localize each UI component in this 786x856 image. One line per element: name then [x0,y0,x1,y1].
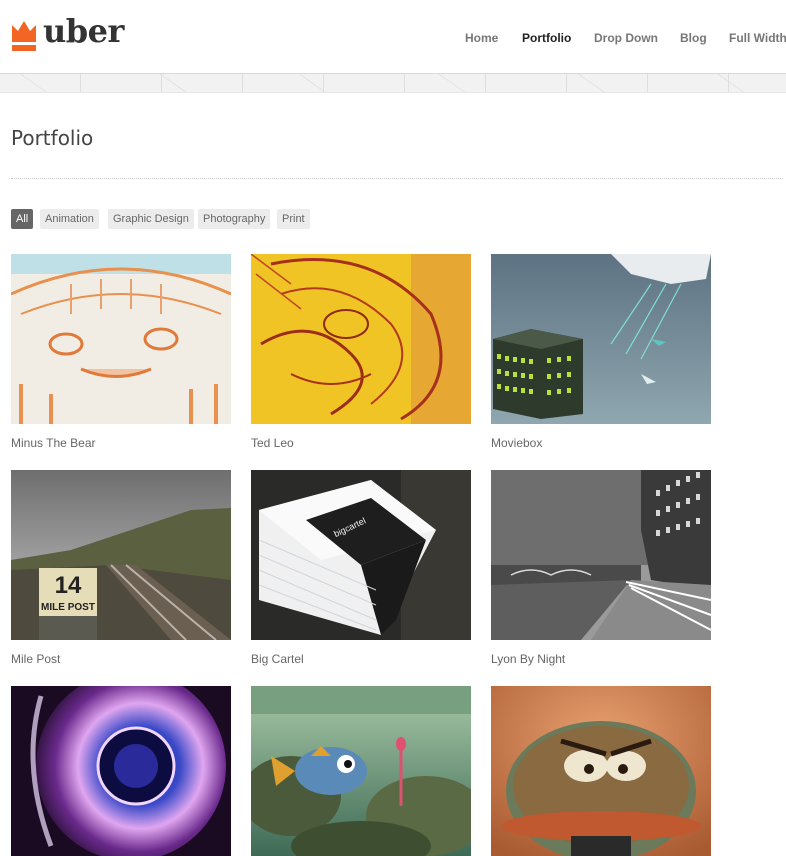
title-divider [11,178,783,179]
filter-photography[interactable]: Photography [198,209,271,229]
portfolio-item-lyon-by-night[interactable]: Lyon By Night [491,470,711,666]
portfolio-item-ted-leo[interactable]: Ted Leo [251,254,471,450]
portfolio-item-minus-the-bear[interactable]: Minus The Bear [11,254,231,450]
site-header: uber Home Portfolio Drop Down Blog Full … [0,0,786,74]
portfolio-thumbnail[interactable] [11,254,231,424]
portfolio-item-big-cartel[interactable]: bigcartel Big Cartel [251,470,471,666]
filter-animation[interactable]: Animation [40,209,99,229]
portfolio-item-title[interactable]: Minus The Bear [11,436,96,450]
portfolio-thumbnail[interactable] [251,686,471,856]
nav-portfolio[interactable]: Portfolio [522,31,571,45]
portfolio-thumbnail[interactable] [491,470,711,640]
nav-blog[interactable]: Blog [680,31,707,45]
nav-home[interactable]: Home [465,31,498,45]
portfolio-item-moviebox[interactable]: Moviebox [491,254,711,450]
portfolio-thumbnail[interactable] [491,686,711,856]
portfolio-item-mile-post[interactable]: 14 MILE POST Mile Post [11,470,231,666]
portfolio-thumbnail[interactable]: 14 MILE POST [11,470,231,640]
filter-graphic-design[interactable]: Graphic Design [108,209,194,229]
portfolio-item-7[interactable] [11,686,231,856]
portfolio-item-9[interactable] [491,686,711,856]
nav-full-width[interactable]: Full Width [729,31,786,45]
portfolio-item-8[interactable] [251,686,471,856]
portfolio-item-title[interactable]: Big Cartel [251,652,304,666]
filter-print[interactable]: Print [277,209,310,229]
portfolio-item-title[interactable]: Lyon By Night [491,652,565,666]
portfolio-item-title[interactable]: Moviebox [491,436,542,450]
portfolio-item-title[interactable]: Mile Post [11,652,60,666]
sign-number: 14 [55,572,82,599]
crown-icon [12,21,36,51]
filter-all[interactable]: All [11,209,34,229]
portfolio-item-title[interactable]: Ted Leo [251,436,294,450]
portfolio-thumbnail[interactable]: bigcartel [251,470,471,640]
nav-drop-down[interactable]: Drop Down [594,31,658,45]
portfolio-thumbnail[interactable] [11,686,231,856]
portfolio-thumbnail[interactable] [491,254,711,424]
logo-wordmark: uber [43,12,124,50]
page-title: Portfolio [11,126,94,150]
header-stripe-band [0,74,786,93]
sign-text: MILE POST [41,602,95,613]
portfolio-thumbnail[interactable] [251,254,471,424]
